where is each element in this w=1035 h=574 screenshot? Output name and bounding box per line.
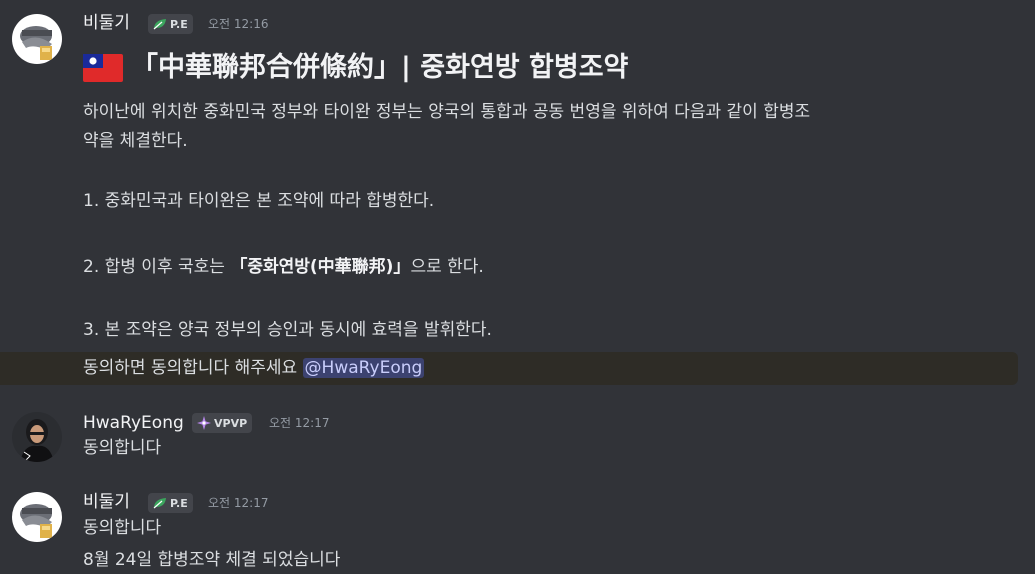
timestamp[interactable]: 오전 12:17: [208, 492, 268, 514]
message-line: 하이난에 위치한 중화민국 정부와 타이완 정부는 양국의 통합과 공동 번영을…: [83, 102, 811, 122]
message-group-1: 비둘기 P.E 오전 12:16 「中華聯邦合併條約」| 중화연방 합병조약 하…: [0, 0, 1035, 390]
message-line: 약을 체결한다.: [83, 131, 188, 151]
taiwan-flag-icon: [83, 54, 123, 82]
line-suffix: 으로 한다.: [410, 257, 484, 277]
sparkle-icon: [197, 416, 211, 430]
message-line: 3. 본 조약은 양국 정부의 승인과 동시에 효력을 발휘한다.: [83, 320, 492, 340]
message-group-2: HwaRyEong VPVP 오전 12:17 동의합니다: [0, 400, 1035, 480]
username[interactable]: 비둘기: [83, 12, 130, 34]
username[interactable]: HwaRyEong: [83, 412, 184, 434]
bold-name: 「중화연방(中華聯邦)」: [230, 257, 411, 277]
message-line: 8월 24일 합병조약 체결 되었습니다: [83, 550, 341, 570]
leaf-icon: [153, 498, 166, 509]
role-badge[interactable]: VPVP: [192, 413, 253, 433]
badge-label: P.E: [170, 17, 188, 31]
message-line: 동의하면 동의합니다 해주세요 @HwaRyEong: [83, 355, 425, 381]
line-text: 동의하면 동의합니다 해주세요: [83, 358, 303, 378]
user-mention[interactable]: @HwaRyEong: [302, 358, 425, 378]
avatar[interactable]: [12, 14, 62, 64]
message-line: 동의합니다: [83, 518, 162, 538]
message-line: 동의합니다: [83, 438, 162, 458]
avatar[interactable]: [12, 492, 62, 542]
username[interactable]: 비둘기: [83, 491, 130, 513]
line-prefix: 2. 합병 이후 국호는: [83, 257, 231, 277]
avatar[interactable]: [12, 412, 62, 462]
role-badge[interactable]: P.E: [148, 14, 193, 34]
role-badge[interactable]: P.E: [148, 493, 193, 513]
heading: 「中華聯邦合併條約」| 중화연방 합병조약: [83, 50, 628, 86]
timestamp[interactable]: 오전 12:17: [269, 412, 329, 434]
badge-label: P.E: [170, 496, 188, 510]
badge-label: VPVP: [214, 416, 248, 430]
timestamp[interactable]: 오전 12:16: [208, 13, 268, 35]
message-group-3: 비둘기 P.E 오전 12:17 동의합니다 8월 24일 합병조약 체결 되었…: [0, 480, 1035, 574]
leaf-icon: [153, 19, 166, 30]
message-line: 1. 중화민국과 타이완은 본 조약에 따라 합병한다.: [83, 191, 435, 211]
chat-log: 비둘기 P.E 오전 12:16 「中華聯邦合併條約」| 중화연방 합병조약 하…: [0, 0, 1035, 574]
heading-text: 「中華聯邦合併條約」| 중화연방 합병조약: [131, 52, 629, 83]
message-line: 2. 합병 이후 국호는 「중화연방(中華聯邦)」으로 한다.: [83, 254, 484, 280]
